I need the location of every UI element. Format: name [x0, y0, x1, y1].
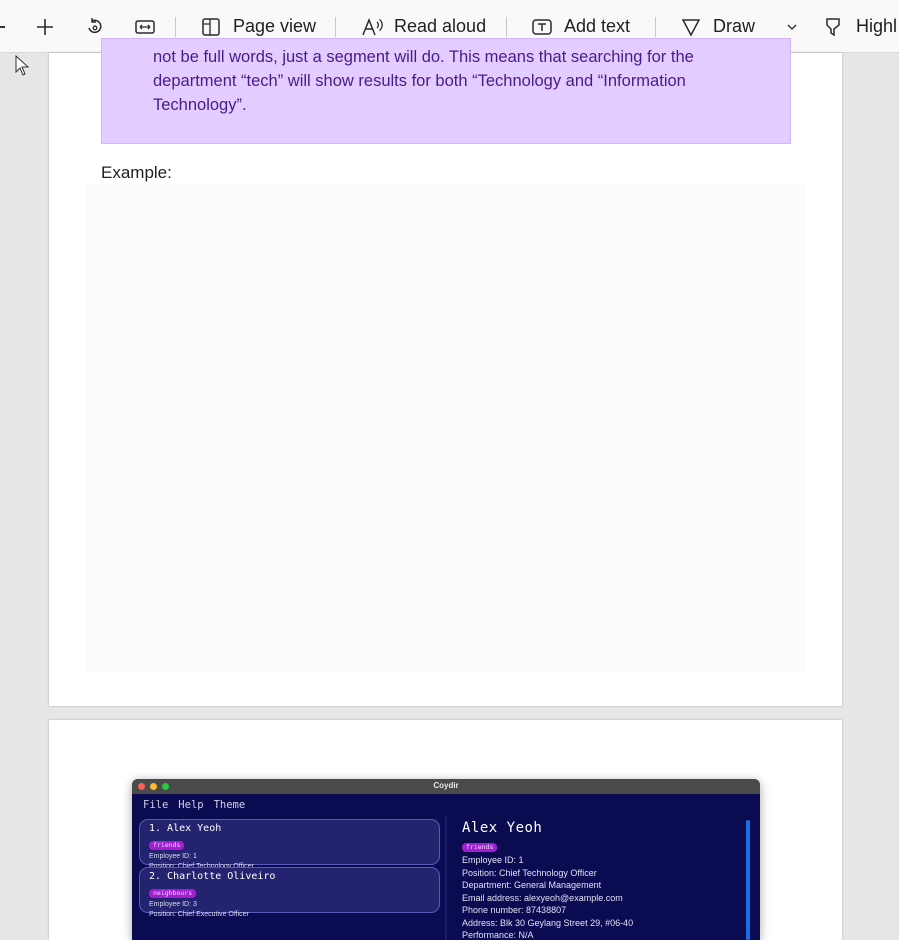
- page-view-icon: [199, 15, 223, 39]
- zoom-in-button[interactable]: [33, 0, 57, 53]
- employee-list: 1. Alex Yeoh friends Employee ID: 1 Posi…: [139, 819, 440, 918]
- minus-icon: [0, 26, 5, 28]
- highlight-label: Highl: [856, 16, 898, 36]
- draw-label: Draw: [713, 16, 756, 36]
- zoom-out-button[interactable]: [0, 0, 5, 53]
- app-screenshot: Coydir File Help Theme 1. Alex Yeoh frie…: [132, 779, 760, 940]
- callout-text: not be full words, just a segment will d…: [153, 45, 763, 117]
- highlight-button[interactable]: Highl: [822, 0, 897, 53]
- detail-line: Department: General Management: [462, 880, 602, 890]
- toolbar-divider: [335, 17, 336, 37]
- employee-id: Employee ID: 1: [149, 853, 197, 860]
- page-view-label: Page view: [233, 16, 317, 36]
- toolbar-divider: [175, 17, 176, 37]
- app-titlebar: Coydir: [132, 779, 760, 794]
- highlighter-icon: [822, 15, 846, 39]
- text-box-icon: [530, 15, 554, 39]
- employee-tag: neighbours: [149, 889, 197, 898]
- employee-card: 2. Charlotte Oliveiro neighbours Employe…: [139, 867, 440, 918]
- toolbar-divider: [506, 17, 507, 37]
- employee-tag: friends: [149, 841, 185, 850]
- detail-name: Alex Yeoh: [462, 820, 543, 836]
- add-text-label: Add text: [564, 16, 631, 36]
- employee-detail-panel: Alex Yeoh friends Employee ID: 1 Positio…: [462, 820, 742, 940]
- app-title: Coydir: [433, 781, 459, 790]
- example-label: Example:: [101, 163, 172, 182]
- employee-name: 2. Charlotte Oliveiro: [149, 871, 276, 882]
- detail-line: Address: Blk 30 Geylang Street 29, #06-4…: [462, 917, 634, 928]
- plus-icon: [33, 15, 57, 39]
- detail-line: Employee ID: 1: [462, 855, 524, 865]
- detail-line: Position: Chief Technology Officer: [462, 867, 597, 878]
- draw-pen-icon: [679, 15, 703, 39]
- employee-id: Employee ID: 3: [149, 901, 197, 908]
- fit-width-icon: [133, 15, 157, 39]
- panel-divider: [445, 816, 447, 940]
- toolbar-divider: [655, 17, 656, 37]
- chevron-down-icon: [780, 15, 804, 39]
- mouse-pointer-icon: [15, 55, 30, 76]
- read-aloud-icon: [360, 15, 384, 39]
- app-menubar: File Help Theme: [132, 794, 760, 816]
- detail-tag: friends: [462, 843, 498, 852]
- note-callout: not be full words, just a segment will d…: [101, 38, 791, 144]
- detail-line: Performance: N/A: [462, 930, 534, 940]
- read-aloud-label: Read aloud: [394, 16, 487, 36]
- callout-line: department “tech” will show results for …: [153, 72, 686, 90]
- menu-help: Help: [178, 799, 204, 811]
- employee-name: 1. Alex Yeoh: [149, 823, 222, 834]
- menu-file: File: [143, 799, 169, 811]
- menu-theme: Theme: [213, 799, 246, 811]
- detail-scrollbar: [746, 820, 750, 940]
- example-image-area: [86, 184, 806, 672]
- employee-card: 1. Alex Yeoh friends Employee ID: 1 Posi…: [139, 819, 440, 870]
- callout-line: not be full words, just a segment will d…: [153, 48, 694, 66]
- rotate-icon: [83, 15, 107, 39]
- detail-line: Phone number: 87438807: [462, 905, 567, 915]
- employee-position: Position: Chief Executive Officer: [149, 910, 249, 918]
- detail-line: Email address: alexyeoh@example.com: [462, 892, 623, 903]
- callout-line: Technology”.: [153, 96, 247, 114]
